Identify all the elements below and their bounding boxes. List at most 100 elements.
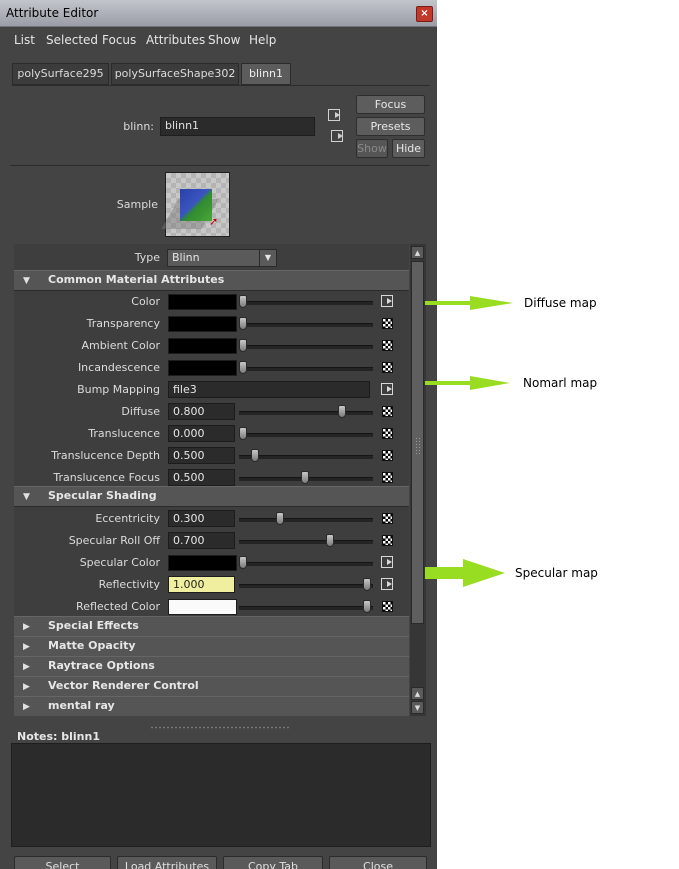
show-button[interactable]: Show [356, 139, 388, 158]
slider-track[interactable] [239, 540, 373, 544]
slider-track[interactable] [239, 606, 373, 610]
map-connection-icon[interactable] [381, 295, 393, 307]
tab-polysurface295[interactable]: polySurface295 [12, 63, 109, 85]
section-vector-renderer-control[interactable]: ▶ Vector Renderer Control [14, 676, 409, 697]
slider-handle[interactable] [239, 556, 247, 569]
slider-track[interactable] [239, 562, 373, 566]
checker-map-icon[interactable] [382, 318, 393, 329]
section-common-material-attributes[interactable]: ▼ Common Material Attributes [14, 270, 409, 291]
slider-handle[interactable] [239, 339, 247, 352]
hide-button[interactable]: Hide [392, 139, 425, 158]
slider-track[interactable] [239, 301, 373, 305]
slider-track[interactable] [239, 367, 373, 371]
slider-handle[interactable] [363, 578, 371, 591]
checker-map-icon[interactable] [382, 340, 393, 351]
slider-track[interactable] [239, 584, 373, 588]
attr-label: Color [131, 295, 160, 308]
arrow-shape [425, 559, 505, 587]
slider-handle[interactable] [239, 317, 247, 330]
value-field[interactable]: 0.300 [168, 510, 235, 527]
slider-track[interactable] [239, 323, 373, 327]
load-attributes-button[interactable]: Load Attributes [117, 856, 217, 869]
value-field[interactable]: 0.700 [168, 532, 235, 549]
tab-polysurfaceshape302[interactable]: polySurfaceShape302 [111, 63, 239, 85]
value-field[interactable]: 1.000 [168, 576, 235, 593]
normal-map-arrow [425, 376, 510, 390]
checker-map-icon[interactable] [382, 428, 393, 439]
section-title: Special Effects [48, 619, 139, 632]
pane-splitter[interactable] [150, 726, 290, 729]
checker-map-icon[interactable] [382, 450, 393, 461]
slider-track[interactable] [239, 433, 373, 437]
menu-help[interactable]: Help [249, 33, 276, 47]
color-swatch[interactable] [168, 294, 237, 310]
value-field[interactable]: 0.800 [168, 403, 235, 420]
slider-track[interactable] [239, 455, 373, 459]
bump-mapping-field[interactable]: file3 [168, 381, 370, 398]
section-matte-opacity[interactable]: ▶ Matte Opacity [14, 636, 409, 657]
slider-handle[interactable] [363, 600, 371, 613]
focus-button[interactable]: Focus [356, 95, 425, 114]
value-field[interactable]: 0.000 [168, 425, 235, 442]
color-swatch[interactable] [168, 599, 237, 615]
checker-map-icon[interactable] [382, 406, 393, 417]
menu-focus[interactable]: Focus [102, 33, 136, 47]
menu-selected[interactable]: Selected [46, 33, 98, 47]
output-connection-icon[interactable] [331, 130, 343, 142]
node-name-field[interactable]: blinn1 [160, 117, 315, 136]
scroll-up-icon[interactable]: ▲ [411, 687, 424, 700]
section-raytrace-options[interactable]: ▶ Raytrace Options [14, 656, 409, 677]
color-swatch[interactable] [168, 360, 237, 376]
section-title: Specular Shading [48, 489, 157, 502]
map-connection-icon[interactable] [381, 383, 393, 395]
checker-map-icon[interactable] [382, 535, 393, 546]
value-field[interactable]: 0.500 [168, 447, 235, 464]
slider-track[interactable] [239, 345, 373, 349]
slider-handle[interactable] [239, 361, 247, 374]
slider-handle[interactable] [239, 427, 247, 440]
section-title: Vector Renderer Control [48, 679, 199, 692]
material-sample-swatch[interactable]: ➚ [161, 172, 230, 237]
presets-button[interactable]: Presets [356, 117, 425, 136]
menu-attributes[interactable]: Attributes [146, 33, 205, 47]
map-connection-icon[interactable] [381, 556, 393, 568]
slider-handle[interactable] [301, 471, 309, 484]
menu-show[interactable]: Show [208, 33, 240, 47]
close-button[interactable]: Close [329, 856, 427, 869]
checker-map-icon[interactable] [382, 601, 393, 612]
section-special-effects[interactable]: ▶ Special Effects [14, 616, 409, 637]
attr-label: Ambient Color [81, 339, 160, 352]
expanded-triangle-icon: ▼ [23, 492, 30, 502]
scrollbar-thumb[interactable] [411, 261, 424, 624]
copy-tab-button[interactable]: Copy Tab [223, 856, 323, 869]
color-swatch[interactable] [168, 316, 237, 332]
checker-map-icon[interactable] [382, 362, 393, 373]
slider-handle[interactable] [251, 449, 260, 462]
scroll-up-icon[interactable]: ▲ [411, 246, 424, 259]
attr-label: Specular Roll Off [68, 534, 160, 547]
checker-map-icon[interactable] [382, 472, 393, 483]
close-window-button[interactable]: × [416, 6, 433, 22]
select-button[interactable]: Select [14, 856, 111, 869]
slider-track[interactable] [239, 518, 373, 522]
slider-track[interactable] [239, 411, 373, 415]
section-specular-shading[interactable]: ▼ Specular Shading [14, 486, 409, 507]
color-swatch[interactable] [168, 555, 237, 571]
slider-handle[interactable] [338, 405, 347, 418]
type-dropdown[interactable]: Blinn ▼ [167, 249, 277, 267]
slider-handle[interactable] [276, 512, 285, 525]
map-connection-icon[interactable] [381, 578, 393, 590]
checker-map-icon[interactable] [382, 513, 393, 524]
slider-handle[interactable] [239, 295, 247, 308]
title-bar[interactable]: Attribute Editor × [0, 0, 437, 27]
notes-textarea[interactable] [11, 743, 431, 847]
section-mental-ray[interactable]: ▶ mental ray [14, 696, 409, 716]
vertical-scrollbar[interactable]: ▲ ▲ ▼ [410, 244, 426, 716]
scroll-down-icon[interactable]: ▼ [411, 701, 424, 714]
input-connection-icon[interactable] [328, 109, 340, 121]
value-field[interactable]: 0.500 [168, 469, 235, 486]
slider-handle[interactable] [325, 534, 334, 547]
menu-list[interactable]: List [14, 33, 35, 47]
color-swatch[interactable] [168, 338, 237, 354]
tab-blinn1[interactable]: blinn1 [241, 63, 291, 85]
